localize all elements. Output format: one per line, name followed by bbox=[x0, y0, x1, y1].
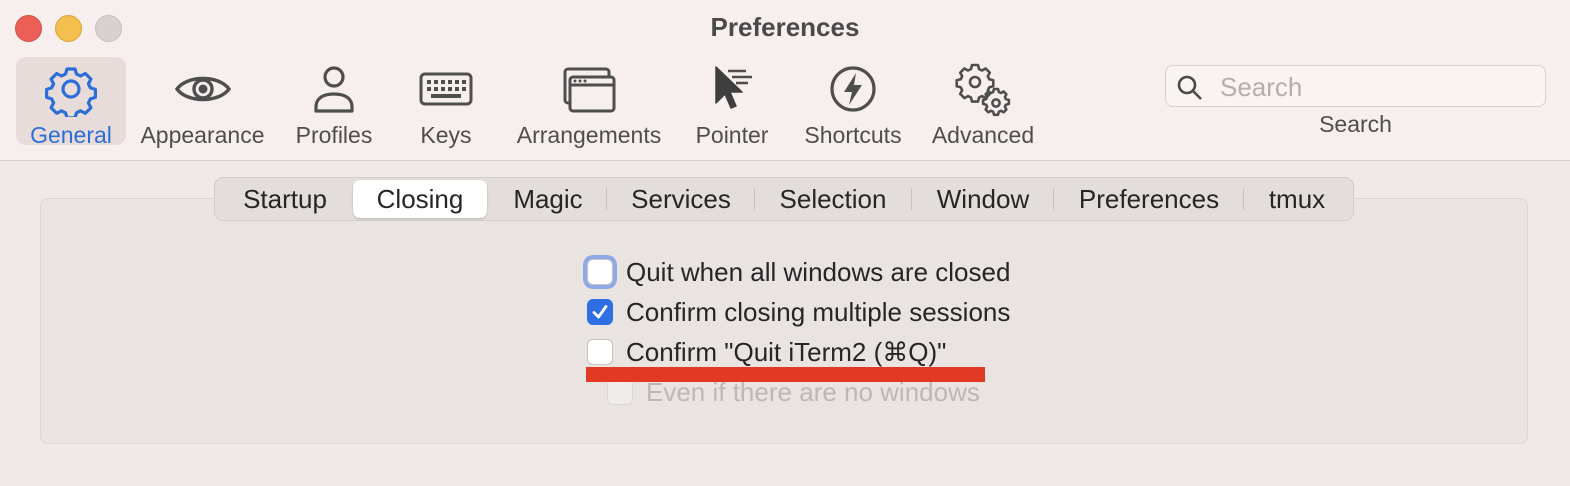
toolbar-label: General bbox=[30, 122, 112, 148]
confirm-quit-checkbox[interactable] bbox=[587, 339, 613, 365]
tab-separator bbox=[1053, 188, 1054, 210]
lightning-icon bbox=[825, 57, 881, 122]
tab-services[interactable]: Services bbox=[613, 178, 749, 220]
toolbar-label: Keys bbox=[420, 122, 472, 148]
preferences-tab-bar: Startup Closing Magic Services Selection… bbox=[214, 177, 1354, 221]
toolbar-profiles[interactable]: Profiles bbox=[290, 57, 378, 148]
toolbar-shortcuts[interactable]: Shortcuts bbox=[800, 57, 906, 148]
toolbar-keys[interactable]: Keys bbox=[406, 57, 486, 148]
toolbar-label: Appearance bbox=[140, 122, 265, 148]
confirm-closing-sessions-checkbox[interactable] bbox=[587, 299, 613, 325]
toolbar-arrangements[interactable]: Arrangements bbox=[514, 57, 664, 148]
pointer-icon bbox=[704, 57, 760, 122]
tab-separator bbox=[754, 188, 755, 210]
tab-magic[interactable]: Magic bbox=[495, 178, 601, 220]
toolbar-label: Pointer bbox=[695, 122, 769, 148]
tab-closing[interactable]: Closing bbox=[353, 180, 487, 218]
person-icon bbox=[306, 57, 362, 122]
toolbar-label: Advanced bbox=[931, 122, 1035, 148]
eye-icon bbox=[174, 57, 231, 122]
tab-window[interactable]: Window bbox=[918, 178, 1048, 220]
toolbar-label: Profiles bbox=[295, 122, 373, 148]
tab-separator bbox=[1243, 188, 1244, 210]
gears-icon bbox=[955, 57, 1011, 122]
tab-selection[interactable]: Selection bbox=[761, 178, 905, 220]
toolbar-advanced[interactable]: Advanced bbox=[930, 57, 1036, 148]
tab-tmux[interactable]: tmux bbox=[1249, 178, 1345, 220]
search-field[interactable] bbox=[1165, 65, 1546, 107]
even-if-no-windows-checkbox bbox=[607, 379, 633, 405]
title-bar: Preferences General Appearance Profiles bbox=[0, 0, 1570, 161]
toolbar-appearance[interactable]: Appearance bbox=[140, 57, 265, 148]
toolbar-label: Shortcuts bbox=[804, 122, 902, 148]
keyboard-icon bbox=[418, 57, 474, 122]
confirm-quit-label: Confirm "Quit iTerm2 (⌘Q)" bbox=[626, 337, 947, 367]
tab-separator bbox=[606, 188, 607, 210]
gear-icon bbox=[43, 57, 99, 122]
tab-separator bbox=[911, 188, 912, 210]
quit-when-windows-closed-label: Quit when all windows are closed bbox=[626, 257, 1011, 287]
annotation-underline bbox=[586, 367, 985, 382]
tab-preferences[interactable]: Preferences bbox=[1060, 178, 1238, 220]
toolbar-pointer[interactable]: Pointer bbox=[692, 57, 772, 148]
windows-icon bbox=[561, 57, 617, 122]
quit-when-windows-closed-checkbox[interactable] bbox=[587, 259, 613, 285]
search-input[interactable] bbox=[1218, 70, 1532, 104]
search-caption: Search bbox=[1319, 111, 1392, 137]
toolbar-general[interactable]: General bbox=[16, 57, 126, 148]
toolbar-label: Arrangements bbox=[516, 122, 662, 148]
tab-startup[interactable]: Startup bbox=[223, 178, 347, 220]
window-title: Preferences bbox=[710, 12, 860, 42]
confirm-closing-sessions-label: Confirm closing multiple sessions bbox=[626, 297, 1011, 327]
